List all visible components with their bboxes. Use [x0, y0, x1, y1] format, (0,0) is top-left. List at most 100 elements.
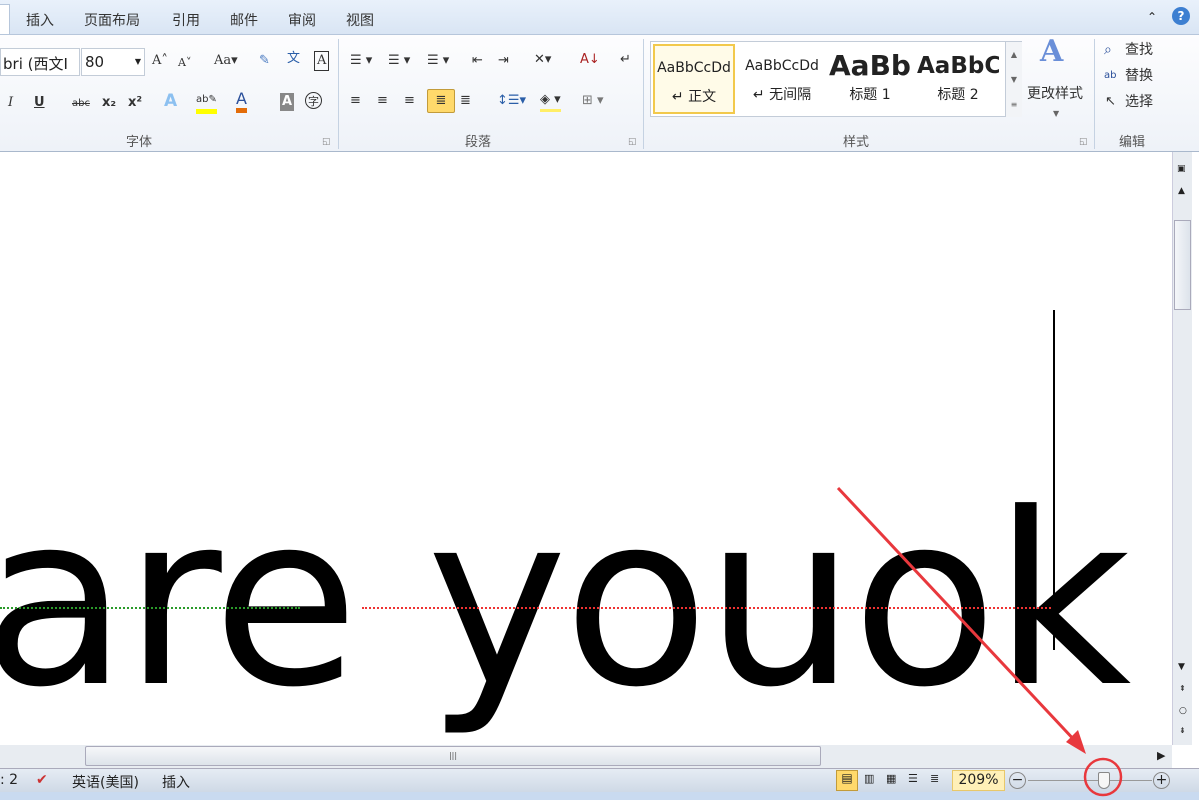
multilevel-list-icon[interactable]: ☰ ▾ — [427, 52, 449, 70]
char-border-icon[interactable]: A — [314, 51, 330, 71]
tab-references[interactable]: 引用 — [172, 10, 200, 30]
ribbon-tab-bar: 插入 页面布局 引用 邮件 审阅 视图 ⌃ ? — [0, 0, 1199, 35]
document-text[interactable]: are youok — [0, 452, 1131, 745]
style-heading-2[interactable]: AaBbC 标题 2 — [917, 44, 999, 114]
gallery-scroll[interactable]: ▲ ▼ ≡ — [1005, 42, 1022, 117]
align-center-icon[interactable]: ≡ — [377, 92, 388, 110]
borders-icon[interactable]: ⊞ ▾ — [582, 92, 604, 110]
font-size-combo[interactable]: 80 ▼ — [81, 48, 145, 76]
subscript-icon[interactable]: x₂ — [102, 94, 116, 112]
sort-icon[interactable]: A↓ — [580, 51, 600, 69]
collapse-ribbon-icon[interactable]: ⌃ — [1147, 10, 1157, 24]
vertical-scroll-thumb[interactable] — [1174, 220, 1191, 310]
style-sample: AaBbCcDd — [745, 58, 819, 74]
web-layout-icon[interactable]: ▦ — [886, 772, 896, 785]
change-case-icon[interactable]: Aa▾ — [214, 52, 238, 70]
char-shading-icon[interactable]: A — [280, 93, 295, 111]
bullets-icon[interactable]: ☰ ▾ — [350, 52, 372, 70]
draft-view-icon[interactable]: ≣ — [930, 772, 939, 785]
document-canvas[interactable]: are youok — [0, 152, 1172, 745]
insert-mode-indicator[interactable]: 插入 — [162, 772, 190, 792]
change-styles-icon[interactable]: A — [1040, 37, 1063, 67]
distributed-icon[interactable]: ≣ — [460, 92, 471, 110]
ruler-toggle-icon[interactable]: ▣ — [1177, 164, 1186, 174]
underline-icon[interactable]: U — [34, 94, 45, 112]
paragraph-group-label: 段落 — [465, 135, 492, 150]
horizontal-scroll-thumb[interactable]: ||| — [85, 746, 821, 766]
change-styles-button[interactable]: 更改样式 — [1027, 85, 1083, 103]
style-heading-1[interactable]: AaBb 标题 1 — [829, 44, 911, 114]
shrink-font-icon[interactable]: A˅ — [178, 54, 191, 72]
paragraph-dialog-launcher-icon[interactable]: ◱ — [628, 133, 637, 151]
enclose-char-icon[interactable]: 字 — [305, 92, 322, 109]
superscript-icon[interactable]: x² — [128, 94, 142, 112]
align-left-icon[interactable]: ≡ — [350, 92, 361, 110]
style-sample: AaBbC — [917, 53, 999, 79]
outline-view-icon[interactable]: ☰ — [908, 772, 918, 785]
decrease-indent-icon[interactable]: ⇤ — [472, 52, 483, 70]
select-cursor-icon: ↖ — [1105, 94, 1116, 109]
vertical-scrollbar[interactable]: ▣ ▲ ▼ ⇞ ○ ⇟ — [1172, 152, 1192, 745]
help-icon[interactable]: ? — [1172, 7, 1190, 25]
font-color-icon[interactable]: A — [236, 90, 247, 113]
group-divider — [643, 39, 644, 149]
group-divider — [338, 39, 339, 149]
next-page-icon[interactable]: ⇟ — [1179, 726, 1186, 735]
status-bar: : 2 ✔ 英语(美国) 插入 ▤ ▥ ▦ ☰ ≣ 209% − + — [0, 768, 1199, 792]
style-no-spacing[interactable]: AaBbCcDd ↵ 无间隔 — [741, 44, 823, 114]
horizontal-scrollbar[interactable]: ||| ▶ — [0, 745, 1172, 768]
select-button[interactable]: 选择 — [1125, 93, 1153, 111]
zoom-out-icon[interactable]: − — [1009, 772, 1026, 789]
tab-mailings[interactable]: 邮件 — [230, 10, 258, 30]
find-icon: ⌕ — [1104, 42, 1112, 58]
styles-dialog-launcher-icon[interactable]: ◱ — [1079, 133, 1088, 151]
scroll-up-icon[interactable]: ▲ — [1178, 186, 1185, 196]
line-spacing-icon[interactable]: ↕☰▾ — [497, 92, 526, 110]
font-dialog-launcher-icon[interactable]: ◱ — [322, 133, 331, 151]
zoom-slider-track[interactable] — [1028, 780, 1152, 781]
scroll-right-icon[interactable]: ▶ — [1157, 749, 1165, 762]
tab-view[interactable]: 视图 — [346, 10, 374, 30]
increase-indent-icon[interactable]: ⇥ — [498, 52, 509, 70]
language-indicator[interactable]: 英语(美国) — [72, 772, 139, 792]
ribbon: bri (西文Ⅰ 80 ▼ A˄ A˅ Aa▾ ✎ 文 A I U abc x₂ … — [0, 34, 1199, 152]
grammar-squiggle — [0, 606, 300, 609]
zoom-slider-thumb[interactable] — [1098, 772, 1110, 789]
replace-icon: ab — [1104, 70, 1117, 81]
zoom-in-icon[interactable]: + — [1153, 772, 1170, 789]
find-button[interactable]: 查找 — [1125, 41, 1153, 59]
font-name-combo[interactable]: bri (西文Ⅰ — [0, 48, 80, 76]
prev-page-icon[interactable]: ⇞ — [1179, 684, 1186, 693]
text-effects-icon[interactable]: A — [164, 92, 177, 110]
style-normal[interactable]: AaBbCcDd ↵ 正文 — [653, 44, 735, 114]
style-name: 标题 1 — [849, 87, 891, 103]
active-tab-edge[interactable] — [0, 4, 10, 35]
grow-font-icon[interactable]: A˄ — [152, 52, 168, 70]
show-marks-icon[interactable]: ↵ — [620, 51, 631, 69]
tab-review[interactable]: 审阅 — [288, 10, 316, 30]
shading-icon[interactable]: ◈ ▾ — [540, 91, 561, 112]
browse-object-icon[interactable]: ○ — [1179, 706, 1187, 716]
tab-page-layout[interactable]: 页面布局 — [84, 10, 140, 30]
align-right-icon[interactable]: ≡ — [404, 92, 415, 110]
page-count[interactable]: : 2 — [0, 772, 18, 788]
strikethrough-icon[interactable]: abc — [72, 95, 90, 113]
style-name: ↵ 无间隔 — [752, 87, 812, 103]
chinese-layout-icon[interactable]: ✕▾ — [534, 51, 551, 69]
font-group-label: 字体 — [126, 135, 153, 150]
tab-insert[interactable]: 插入 — [26, 10, 54, 30]
justify-icon[interactable]: ≣ — [427, 89, 455, 113]
italic-icon[interactable]: I — [8, 94, 13, 112]
window-bottom-edge — [0, 792, 1199, 800]
scroll-down-icon[interactable]: ▼ — [1178, 662, 1185, 672]
replace-button[interactable]: 替换 — [1125, 67, 1153, 85]
print-layout-view-icon[interactable]: ▤ — [836, 770, 858, 791]
highlight-icon[interactable]: ab✎ — [196, 91, 217, 114]
phonetic-guide-icon[interactable]: 文 — [287, 50, 300, 68]
zoom-level[interactable]: 209% — [952, 770, 1005, 791]
clear-format-icon[interactable]: ✎ — [259, 52, 270, 70]
numbering-icon[interactable]: ☰ ▾ — [388, 52, 410, 70]
proofing-icon[interactable]: ✔ — [36, 772, 48, 788]
reading-view-icon[interactable]: ▥ — [864, 772, 874, 785]
font-name-value: bri (西文Ⅰ — [3, 55, 68, 73]
